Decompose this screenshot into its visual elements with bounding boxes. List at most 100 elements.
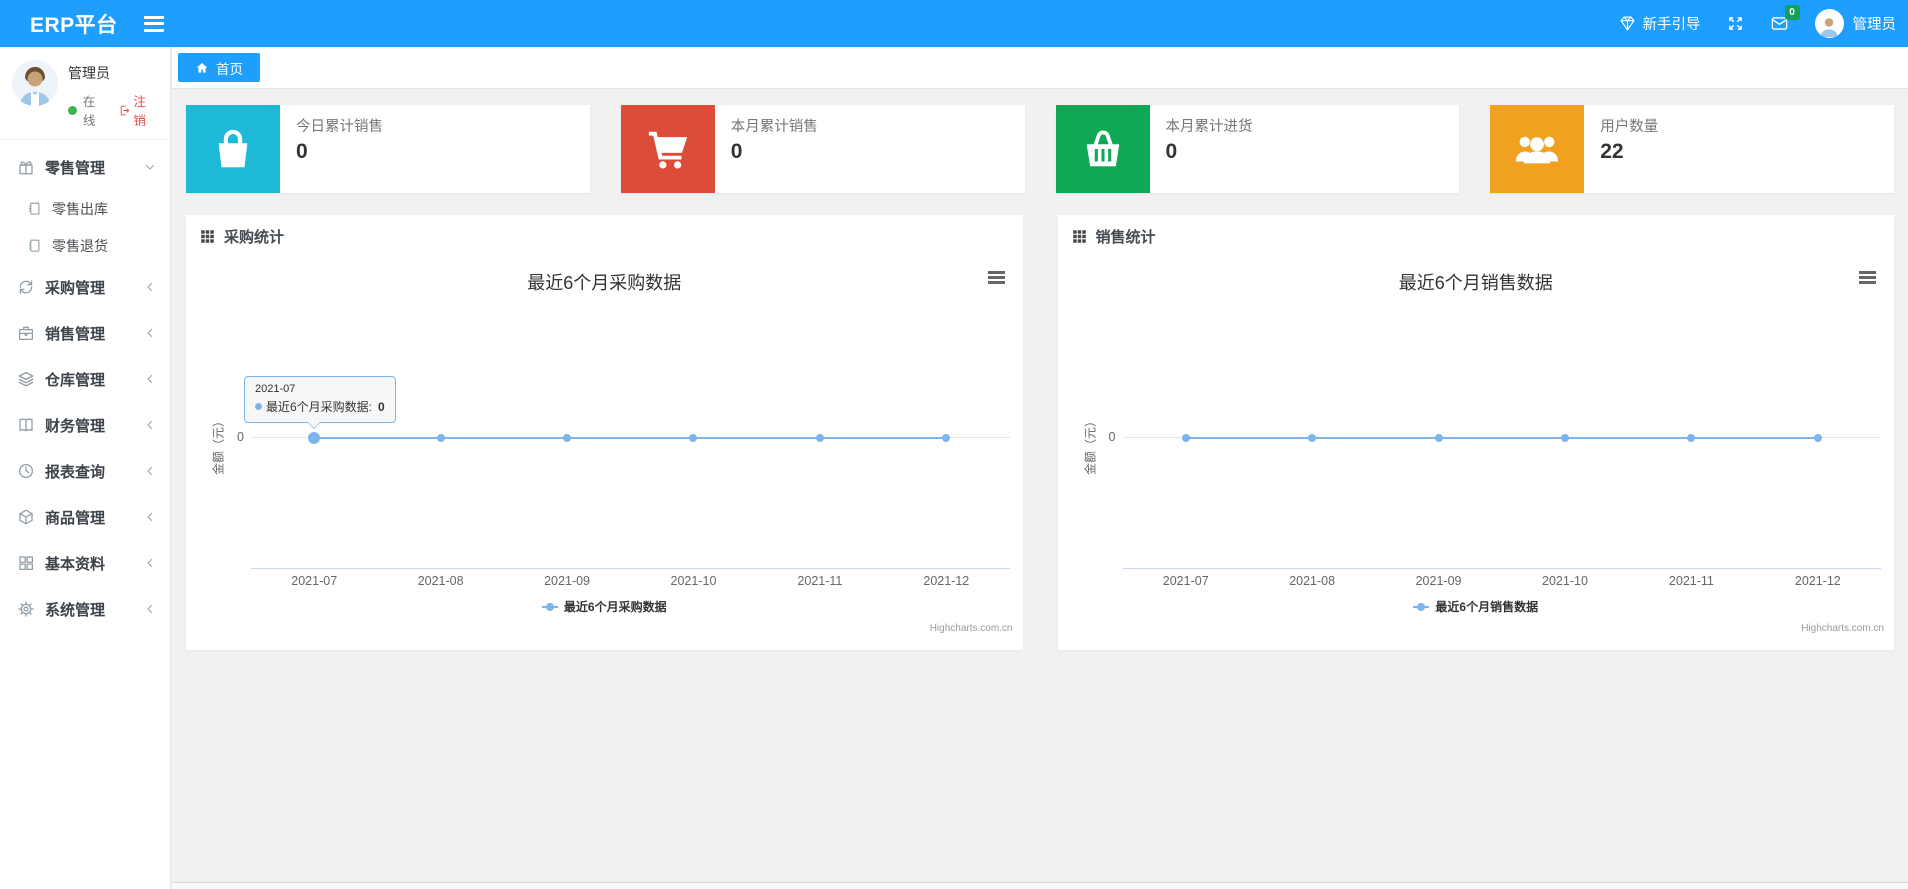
- grid-icon: [19, 556, 34, 571]
- sidebar-item-retail[interactable]: 零售管理: [0, 144, 170, 190]
- tooltip-series-name: 最近6个月采购数据:: [266, 400, 373, 414]
- sidebar-avatar: [12, 60, 58, 106]
- basket-icon: [1055, 105, 1150, 193]
- sales-chart: 最近6个月销售数据 0 金额（元） 2021-07 2021-08 2021-0…: [1058, 257, 1895, 650]
- user-avatar: [1814, 9, 1844, 38]
- sidebar-toggle-button[interactable]: [143, 15, 164, 32]
- panel-title: 销售统计: [1095, 228, 1156, 246]
- sidebar-item-basic-data[interactable]: 基本资料: [0, 540, 170, 586]
- x-tick: 2021-10: [670, 574, 717, 588]
- stat-cards-row: 今日累计销售 0 本月累计销售 0 本月累计进货 0 用户数量 22: [186, 105, 1894, 193]
- user-menu[interactable]: 管理员: [1814, 9, 1897, 38]
- y-axis-tick: 0: [237, 430, 244, 444]
- x-axis-ticks: 2021-07 2021-08 2021-09 2021-10 2021-11 …: [1123, 574, 1882, 588]
- guide-label: 新手引导: [1642, 17, 1701, 33]
- sidebar-item-label: 零售退货: [52, 237, 108, 254]
- th-grid-icon: [1072, 229, 1086, 243]
- chart-credits[interactable]: Highcharts.com.cn: [1801, 623, 1884, 634]
- data-point-marker: [1308, 434, 1317, 442]
- data-point-marker: [815, 434, 824, 442]
- legend-marker: [1413, 602, 1430, 611]
- x-tick: 2021-10: [1542, 574, 1588, 588]
- x-tick: 2021-12: [923, 574, 970, 588]
- tooltip-value: 0: [378, 399, 385, 414]
- panel-header: 销售统计: [1058, 215, 1895, 257]
- sidebar-item-retail-outbound[interactable]: 零售出库: [0, 190, 170, 227]
- sidebar-item-goods[interactable]: 商品管理: [0, 494, 170, 540]
- sidebar-item-label: 报表查询: [45, 463, 106, 481]
- username: 管理员: [1852, 17, 1897, 33]
- x-tick: 2021-09: [1415, 574, 1462, 588]
- tooltip-series-dot: [255, 403, 262, 410]
- sidebar-item-warehouse[interactable]: 仓库管理: [0, 356, 170, 402]
- sidebar-item-label: 销售管理: [45, 325, 106, 343]
- sidebar-user-block: 管理员 在线 注销: [0, 47, 170, 140]
- chevron-left-icon: [147, 558, 153, 568]
- chart-tooltip: 2021-07 最近6个月采购数据: 0: [244, 376, 396, 429]
- stat-card-user-count: 用户数量 22: [1490, 105, 1894, 193]
- stat-card-label: 本月累计进货: [1165, 119, 1253, 135]
- tab-home[interactable]: 首页: [178, 53, 260, 82]
- tab-bar: 首页: [172, 47, 1908, 89]
- online-status-label: 在线: [82, 95, 96, 128]
- sidebar-item-reports[interactable]: 报表查询: [0, 448, 170, 494]
- data-point-marker: [1687, 434, 1696, 442]
- gear-icon: [18, 601, 34, 617]
- sidebar-item-label: 财务管理: [45, 417, 106, 435]
- x-tick: 2021-09: [544, 574, 590, 588]
- panel-header: 采购统计: [186, 215, 1023, 257]
- sidebar-item-label: 零售出库: [52, 200, 108, 217]
- purchase-chart: 最近6个月采购数据 0 金额（元） 2021-07 2021-08 2021-0…: [186, 257, 1023, 650]
- tooltip-header: 2021-07: [255, 383, 296, 395]
- fullscreen-button[interactable]: [1727, 15, 1744, 32]
- x-tick: 2021-11: [1668, 574, 1714, 588]
- top-navbar: ERP平台 新手引导 0 管理员: [0, 0, 1908, 47]
- messages-count-badge: 0: [1784, 5, 1800, 20]
- gem-icon: [1620, 16, 1634, 31]
- fullscreen-icon: [1728, 17, 1742, 30]
- guide-button[interactable]: 新手引导: [1619, 13, 1701, 34]
- sidebar-item-sales[interactable]: 销售管理: [0, 310, 170, 356]
- sidebar-item-label: 商品管理: [45, 509, 106, 527]
- panel-title: 采购统计: [224, 228, 285, 246]
- x-tick: 2021-07: [291, 574, 338, 588]
- sidebar-item-finance[interactable]: 财务管理: [0, 402, 170, 448]
- sidebar-username: 管理员: [68, 65, 110, 81]
- sidebar-item-label: 系统管理: [45, 601, 106, 619]
- tab-home-label: 首页: [216, 61, 243, 77]
- sales-stats-panel: 销售统计 最近6个月销售数据 0 金额（元） 2021-07 2021-08 2…: [1057, 215, 1895, 650]
- chevron-left-icon: [147, 374, 153, 384]
- repeat-icon: [19, 280, 33, 294]
- navbar-right: 新手引导 0 管理员: [1619, 5, 1908, 38]
- clock-icon: [18, 463, 34, 479]
- chart-context-menu-button[interactable]: [987, 271, 1005, 284]
- chart-title: 最近6个月采购数据: [527, 273, 682, 293]
- sidebar-item-label: 采购管理: [45, 279, 106, 297]
- open-book-icon: [19, 418, 33, 432]
- legend-item[interactable]: 最近6个月销售数据: [1058, 598, 1895, 615]
- home-icon: [196, 62, 208, 73]
- data-point-marker: [1813, 434, 1822, 442]
- chart-credits[interactable]: Highcharts.com.cn: [930, 623, 1013, 634]
- sidebar-item-system[interactable]: 系统管理: [0, 586, 170, 632]
- chart-panels-row: 采购统计 最近6个月采购数据 0 金额（元） 2021-07 2021-08 2…: [186, 215, 1894, 650]
- data-point-marker: [563, 434, 572, 442]
- chevron-left-icon: [147, 512, 153, 522]
- logout-link[interactable]: 注销: [118, 91, 158, 129]
- notebook-icon: [28, 239, 40, 252]
- stat-card-today-sales: 今日累计销售 0: [186, 105, 590, 193]
- messages-button[interactable]: 0: [1770, 5, 1800, 33]
- x-axis-line: [1122, 568, 1881, 569]
- legend-label: 最近6个月销售数据: [1435, 600, 1539, 614]
- legend-item[interactable]: 最近6个月采购数据: [186, 598, 1023, 615]
- main-area: 首页 今日累计销售 0 本月累计销售 0 本月累计进货 0 用户数量 22 采购…: [172, 47, 1908, 889]
- stat-card-value: 0: [296, 140, 308, 163]
- y-axis-tick: 0: [1108, 430, 1116, 444]
- sidebar-item-retail-return[interactable]: 零售退货: [0, 227, 170, 264]
- sidebar-item-purchase[interactable]: 采购管理: [0, 264, 170, 310]
- chart-context-menu-button[interactable]: [1859, 271, 1876, 284]
- x-axis-line: [251, 568, 1010, 569]
- briefcase-icon: [18, 326, 34, 341]
- stat-card-month-purchase: 本月累计进货 0: [1055, 105, 1460, 193]
- data-point-marker: [436, 434, 445, 442]
